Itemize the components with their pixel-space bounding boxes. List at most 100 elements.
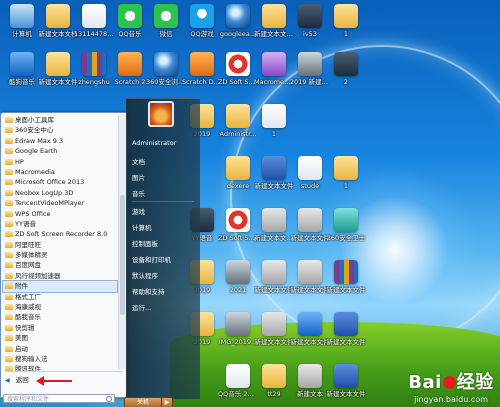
back-button[interactable]: ◀ 返回 xyxy=(5,375,29,385)
shutdown-button[interactable]: 关机 xyxy=(124,397,162,407)
program-folder-item[interactable]: 百度网盘 xyxy=(3,260,117,270)
program-folder-item[interactable]: YY语音 xyxy=(3,219,117,229)
desktop-icon-zd-soft[interactable]: ZD Soft Screen... xyxy=(218,52,258,86)
desktop-icon-new-text-i[interactable]: 新建文本 xyxy=(290,364,330,398)
user-avatar[interactable] xyxy=(148,101,174,127)
watermark-url: jingyan.baidu.com xyxy=(414,395,488,404)
desktop-icon-new-text[interactable]: 新建文本文档 xyxy=(38,4,78,38)
desktop-icon-administrator[interactable]: Administr... xyxy=(218,104,258,138)
desktop-icon-360-safe[interactable]: 360安全卫士 xyxy=(326,208,366,242)
program-folder-item[interactable]: Neobox LogUp 3D xyxy=(3,188,117,198)
shutdown-options-button[interactable]: ▶ xyxy=(161,397,173,407)
program-folder-item[interactable]: 桌面小工具库 xyxy=(3,115,117,125)
program-folder-item[interactable]: WPS Office xyxy=(3,209,117,219)
desktop-icon-1311447826[interactable]: 1311447826 xyxy=(74,4,114,38)
program-folder-item[interactable]: 阿里旺旺 xyxy=(3,240,117,250)
control-panel-link[interactable]: 控制面板 xyxy=(132,238,158,248)
desktop-icon-new-text-d[interactable]: 新建文本文件 xyxy=(254,260,294,294)
user-name-link[interactable]: Administrator xyxy=(132,139,176,147)
program-folder-item[interactable]: 附件 xyxy=(2,280,118,293)
desktop-icon-google-earth[interactable]: googleea... xyxy=(218,4,258,38)
desktop-icon-doc-1[interactable]: 1 xyxy=(254,104,294,138)
folder-icon xyxy=(262,364,286,388)
text-document-icon xyxy=(262,260,286,284)
folder-icon xyxy=(5,283,13,290)
desktop-icon-new-text-2b[interactable]: 新建文本文件 (2) xyxy=(254,208,294,242)
run-link[interactable]: 运行... xyxy=(132,302,151,312)
desktop-icon-1[interactable]: 1 xyxy=(326,4,366,38)
desktop-icon-kugou[interactable]: 酷狗音乐 xyxy=(2,52,42,86)
program-folder-item[interactable]: 快剪辑 xyxy=(3,323,117,333)
google-earth-icon xyxy=(226,4,250,28)
desktop-icon-qq-game[interactable]: QQ游戏 xyxy=(182,4,222,38)
scratch-icon xyxy=(118,52,142,76)
help-support-link[interactable]: 帮助和支持 xyxy=(132,286,165,296)
desktop-icon-macromedia[interactable]: Macromedi... Authorwa... xyxy=(254,52,294,86)
desktop-icon-word-j[interactable]: 新建文本文件 xyxy=(326,364,366,398)
desktop-icon-2[interactable]: 2 xyxy=(326,52,366,86)
program-folder-item[interactable]: 启动 xyxy=(3,344,117,354)
program-folder-item[interactable]: 360安全中心 xyxy=(3,125,117,135)
computer-link[interactable]: 计算机 xyxy=(132,222,152,232)
search-input[interactable]: 搜索程序和文件 xyxy=(3,394,115,403)
desktop-icon-dexere[interactable]: dexere xyxy=(218,156,258,190)
desktop-icon-img-2019[interactable]: IMG_2019... xyxy=(218,312,258,346)
desktop-icon-qq-music[interactable]: QQ音乐 xyxy=(110,4,150,38)
pictures-link[interactable]: 图片 xyxy=(132,172,145,182)
desktop-icon-word-new[interactable]: 新建文本文件 xyxy=(254,156,294,190)
desktop-icon-new-text-c[interactable]: 新建文本文件 xyxy=(290,208,330,242)
desktop-icon-2019-text[interactable]: 2019 新建文本文件 xyxy=(290,52,330,86)
scrollbar-thumb[interactable] xyxy=(120,195,125,315)
desktop-icon-winrar-b[interactable]: 新建文本文件 xyxy=(326,260,366,294)
text-document-icon xyxy=(262,208,286,232)
program-folder-item[interactable]: 酷我音乐 xyxy=(3,312,117,322)
desktop-icon-qq-music-doc[interactable]: QQ音乐 20191102 xyxy=(218,364,258,398)
program-folder-item[interactable]: 美图 xyxy=(3,333,117,343)
program-folder-item[interactable]: Microsoft Office 2013 xyxy=(3,177,117,187)
folder-icon xyxy=(5,324,13,331)
desktop-icon-wechat[interactable]: 微信 xyxy=(146,4,186,38)
desktop-icon-app-g[interactable]: 新建文本文件 xyxy=(290,312,330,346)
folder-icon xyxy=(5,189,13,196)
program-folder-item[interactable]: 搜狗输入法 xyxy=(3,354,117,364)
program-folder-item[interactable]: 格式工厂 xyxy=(3,292,117,302)
program-folder-item[interactable]: HP xyxy=(3,157,117,167)
desktop-icon-new-text-2[interactable]: 新建文本文件 xyxy=(38,52,78,86)
desktop-icon-iv53[interactable]: iv53 xyxy=(290,4,330,38)
program-folder-label: Macromedia xyxy=(15,167,55,176)
desktop-icon-new-text-e[interactable]: 新建文本文件 xyxy=(290,260,330,294)
desktop-icon-zhengshu[interactable]: zhengshu xyxy=(74,52,114,86)
search-icon xyxy=(106,396,112,402)
program-folder-item[interactable]: 海康威视 xyxy=(3,302,117,312)
desktop-icon-tt29[interactable]: tt29 xyxy=(254,364,294,398)
default-programs-link[interactable]: 默认程序 xyxy=(132,270,158,280)
program-folder-item[interactable]: Edraw Max 9.3 xyxy=(3,136,117,146)
desktop-icon-scratch2[interactable]: Scratch 2 xyxy=(110,52,150,86)
devices-printers-link[interactable]: 设备和打印机 xyxy=(132,254,171,264)
program-folder-item[interactable]: 多媒体精灵 xyxy=(3,250,117,260)
desktop-icon-2021[interactable]: 2021 xyxy=(218,260,258,294)
program-folder-item[interactable]: Macromedia xyxy=(3,167,117,177)
desktop-icon-word-h[interactable]: 新建文本文件 xyxy=(326,312,366,346)
program-folder-item[interactable]: 风行视频加速器 xyxy=(3,271,117,281)
desktop-icon-computer[interactable]: 计算机 xyxy=(2,4,42,38)
program-folder-label: TencentVideoMPlayer xyxy=(15,199,85,208)
program-folder-item[interactable]: Google Earth xyxy=(3,146,117,156)
music-link[interactable]: 音乐 xyxy=(132,188,145,198)
desktop-icon-stude[interactable]: stude xyxy=(290,156,330,190)
documents-link[interactable]: 文档 xyxy=(132,156,145,166)
desktop-icon-new-text-f[interactable]: 新建文本文件 xyxy=(254,312,294,346)
desktop-icon-360-browser[interactable]: 360安全浏览器 xyxy=(146,52,186,86)
desktop-icon-folder-1b[interactable]: 1 xyxy=(326,156,366,190)
games-link[interactable]: 游戏 xyxy=(132,206,145,216)
desktop-icon-scratch-desktop[interactable]: Scratch Desktop xyxy=(182,52,222,86)
start-menu-right-pane: Administrator 文档 图片 音乐 游戏 计算机 控制面板 设备和打印… xyxy=(126,98,200,399)
program-folder-item[interactable]: ZD Soft Screen Recorder 8.0 xyxy=(3,229,117,239)
folder-icon xyxy=(5,241,13,248)
desktop-icon-zd-soft-2[interactable]: ZD Soft Screen... xyxy=(218,208,258,242)
program-folder-item[interactable]: TencentVideoMPlayer xyxy=(3,198,117,208)
program-list-scrollbar[interactable] xyxy=(118,115,126,369)
program-folder-label: WPS Office xyxy=(15,209,51,218)
recorder-icon xyxy=(226,208,250,232)
desktop-icon-new-text-3[interactable]: 新建文本文件 (3) xyxy=(254,4,294,38)
